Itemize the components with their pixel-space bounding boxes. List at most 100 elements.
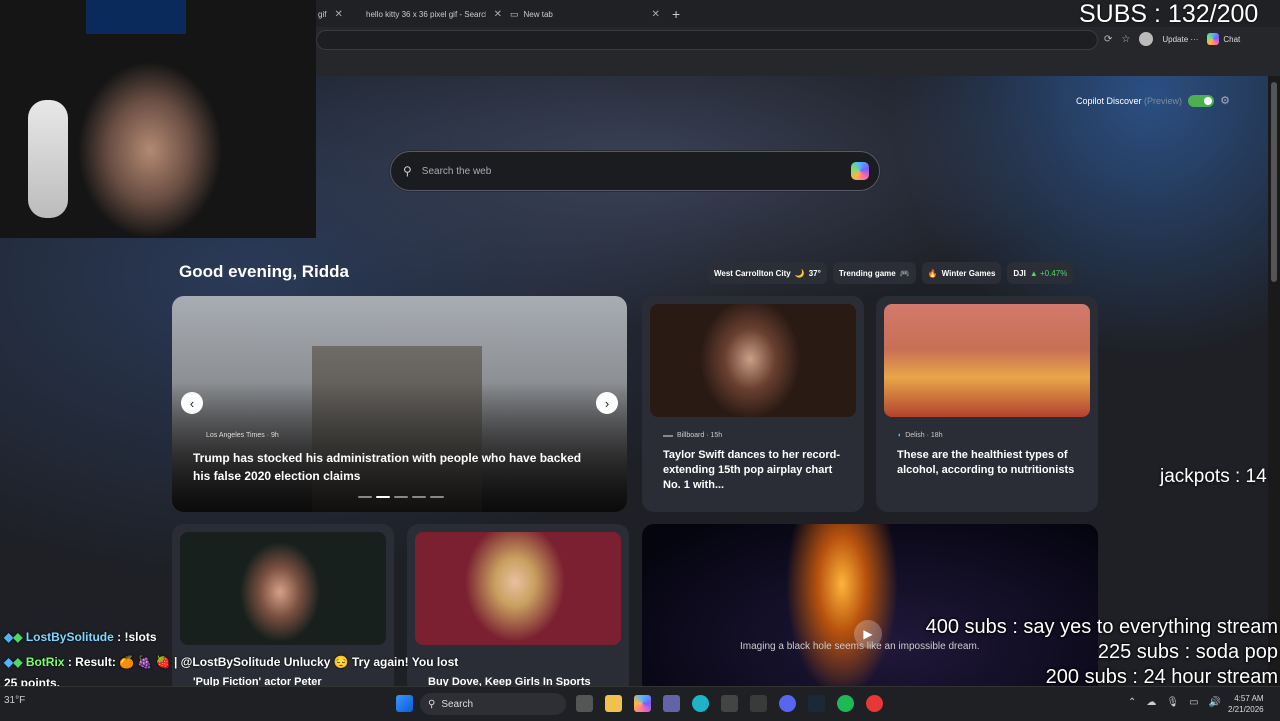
app-icon[interactable] <box>750 695 767 712</box>
cloud-icon[interactable]: ☁ <box>1146 697 1156 708</box>
refresh-icon[interactable]: ⟳ <box>1104 34 1112 45</box>
store-icon[interactable] <box>721 695 738 712</box>
winter-games-pill[interactable]: 🔥 Winter Games <box>921 262 1002 284</box>
task-view-icon[interactable] <box>576 695 593 712</box>
badge-icon: ◆ <box>4 655 14 669</box>
carousel-dots <box>358 496 444 498</box>
new-tab-button[interactable]: + <box>672 4 680 24</box>
tab-label: New tab <box>523 9 553 19</box>
copilot-icon[interactable] <box>851 162 869 180</box>
display-icon[interactable]: ▭ <box>1189 697 1198 708</box>
url-input[interactable] <box>316 30 1098 50</box>
update-label: Update <box>1162 34 1189 44</box>
video-caption: Imaging a black hole seems like an impos… <box>740 641 980 652</box>
obs-icon[interactable] <box>866 695 883 712</box>
chat-text: : !slots <box>113 630 157 644</box>
news-headline[interactable]: Buy Dove, Keep Girls In Sports <box>428 676 591 686</box>
carousel-dot[interactable] <box>376 496 390 498</box>
update-button[interactable]: Update ··· <box>1162 35 1198 44</box>
pill-value: 37° <box>808 268 821 278</box>
hero-news-card[interactable]: ‹ › Los Angeles Times · 9h Trump has sto… <box>172 296 627 512</box>
greeting-heading: Good evening, Ridda <box>179 262 350 281</box>
scrollbar-thumb[interactable] <box>1271 82 1277 282</box>
news-image <box>415 532 621 645</box>
tab-icon: ▭ <box>510 8 519 19</box>
pill-label: Trending game <box>838 268 896 278</box>
clock[interactable]: 4:57 AM 2/21/2026 <box>1228 693 1264 715</box>
spotify-icon[interactable] <box>837 695 854 712</box>
web-search-box[interactable]: ⚲ <box>390 151 880 191</box>
clock-time: 4:57 AM <box>1234 694 1264 703</box>
chat-message: ◆◆ LostBySolitude : !slots <box>4 630 157 644</box>
chevron-up-icon[interactable]: ⌃ <box>1128 697 1136 708</box>
search-icon: ⚲ <box>428 698 436 710</box>
tab-label: gif <box>318 9 327 19</box>
chat-text: : Result: 🍊 🍇 🍓 | @LostBySolitude Unluck… <box>64 655 459 669</box>
microphone-icon[interactable]: 🎙 <box>1166 697 1179 708</box>
discord-icon[interactable] <box>779 695 796 712</box>
game-icon: 🎮 <box>899 268 910 278</box>
torch-icon: 🔥 <box>927 268 938 278</box>
microphone <box>28 100 68 218</box>
windows-start-icon[interactable] <box>396 695 413 712</box>
file-explorer-icon[interactable] <box>605 695 622 712</box>
news-card[interactable]: Billboard · 15h Taylor Swift dances to h… <box>642 296 864 512</box>
toggle-switch[interactable] <box>1188 94 1215 107</box>
sub-goal: 225 subs : soda pop <box>1097 641 1278 663</box>
badge-icon: ◆ <box>13 655 23 669</box>
system-tray: ⌃ ☁ 🎙 ▭ 🔊 <box>1128 697 1221 708</box>
teams-icon[interactable] <box>663 695 680 712</box>
search-icon: ⚲ <box>403 164 412 178</box>
edge-icon[interactable] <box>692 695 709 712</box>
close-icon[interactable]: ✕ <box>652 9 660 20</box>
carousel-dot[interactable] <box>394 496 408 498</box>
badge-icon: ◆ <box>4 630 14 644</box>
carousel-next-button[interactable]: › <box>596 392 618 414</box>
copilot-icon[interactable] <box>634 695 651 712</box>
profile-avatar-icon[interactable] <box>1139 32 1154 46</box>
subs-counter: SUBS : 132/200 <box>1079 0 1259 28</box>
background-monitor <box>86 0 186 34</box>
trending-game-pill[interactable]: Trending game 🎮 <box>832 262 916 284</box>
copilot-chat-button[interactable]: Chat <box>1207 33 1240 45</box>
pill-label: Winter Games <box>941 268 996 278</box>
copilot-icon <box>1207 33 1220 45</box>
carousel-dot[interactable] <box>430 496 444 498</box>
weather-widget[interactable]: 31°F <box>4 695 25 706</box>
tab-previous[interactable]: gif ✕ <box>318 4 348 24</box>
carousel-prev-button[interactable]: ‹ <box>181 392 203 414</box>
copilot-discover-toggle[interactable]: Copilot Discover (Preview) ⚙ <box>1076 94 1230 107</box>
search-input[interactable] <box>419 164 851 178</box>
stock-pill[interactable]: DJI ▲ +0.47% <box>1007 262 1074 284</box>
close-icon[interactable]: ✕ <box>494 9 502 20</box>
carousel-dot[interactable] <box>412 496 426 498</box>
carousel-dot[interactable] <box>358 496 372 498</box>
taskbar-search[interactable]: ⚲ Search <box>420 693 566 715</box>
news-headline[interactable]: 'Pulp Fiction' actor Peter <box>193 676 322 686</box>
taskbar-search-label: Search <box>441 698 474 710</box>
chat-label: Chat <box>1223 34 1241 44</box>
favorites-icon[interactable]: ☆ <box>1121 34 1130 45</box>
pinned-apps <box>576 695 883 712</box>
news-headline[interactable]: These are the healthiest types of alcoho… <box>897 448 1082 478</box>
close-icon[interactable]: ✕ <box>334 9 342 20</box>
badge-icon: ◆ <box>13 630 23 644</box>
news-image <box>884 304 1090 417</box>
video-card[interactable]: ▶ Imaging a black hole seems like an imp… <box>642 524 1098 686</box>
news-source: ◖ Delish · 18h <box>897 432 943 439</box>
pill-label: West Carrollton City <box>714 268 791 278</box>
news-headline[interactable]: Trump has stocked his administration wit… <box>193 449 593 485</box>
chat-username: LostBySolitude <box>25 630 114 644</box>
steam-icon[interactable] <box>808 695 825 712</box>
news-headline[interactable]: Taylor Swift dances to her record-extend… <box>663 448 848 493</box>
jackpots-counter: jackpots : 14 <box>1160 466 1267 487</box>
news-source: Billboard · 15h <box>663 432 722 439</box>
taskbar: 31°F ⚲ Search ⌃ ☁ 🎙 ▭ 🔊 4:57 AM 2/21/202… <box>0 686 1280 721</box>
tab-search[interactable]: hello kitty 36 x 36 pixel gif - Search ✕ <box>352 4 502 24</box>
weather-pill[interactable]: West Carrollton City 🌙 37° <box>708 262 827 284</box>
news-card[interactable]: ◖ Delish · 18h These are the healthiest t… <box>876 296 1098 512</box>
gear-icon[interactable]: ⚙ <box>1220 94 1230 107</box>
page-scrollbar[interactable] <box>1268 76 1280 686</box>
volume-icon[interactable]: 🔊 <box>1209 697 1221 708</box>
tab-new-tab[interactable]: ▭ New tab ✕ <box>510 4 660 24</box>
